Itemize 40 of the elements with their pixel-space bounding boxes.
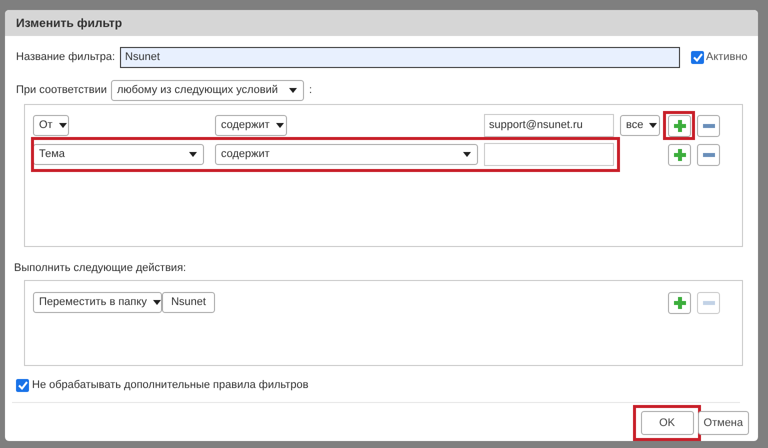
checkbox-label: Не обрабатывать дополнительные правила фильтров xyxy=(32,378,308,393)
field-label: При соответствии xyxy=(16,83,107,98)
value-field[interactable] xyxy=(484,143,614,166)
operator-dropdown[interactable]: содержит xyxy=(215,144,478,165)
scope-dropdown[interactable]: все xyxy=(620,115,660,136)
add-button[interactable] xyxy=(668,114,691,136)
colon-text: : xyxy=(308,83,312,98)
add-button[interactable] xyxy=(668,292,691,314)
caret-icon xyxy=(649,123,658,128)
filter-name-field[interactable]: Nsunet xyxy=(120,46,680,68)
caret-icon xyxy=(288,88,297,93)
remove-button[interactable] xyxy=(697,144,720,166)
caret-icon xyxy=(152,300,161,305)
plus-icon xyxy=(674,296,686,308)
checkbox[interactable] xyxy=(691,50,704,64)
plus-icon xyxy=(674,148,686,160)
caret-icon xyxy=(189,152,197,157)
value-field[interactable]: support@nsunet.ru xyxy=(484,114,614,137)
cancel-button[interactable]: Отмена xyxy=(698,411,749,435)
caret-icon xyxy=(58,123,67,128)
minus-icon xyxy=(702,300,714,304)
checkbox-label: Активно xyxy=(706,50,748,65)
minus-icon xyxy=(702,124,714,128)
checkbox[interactable] xyxy=(16,378,29,392)
caret-icon xyxy=(463,152,471,157)
plus-icon xyxy=(674,120,686,132)
add-button[interactable] xyxy=(668,144,691,166)
operator-dropdown[interactable]: содержит xyxy=(215,115,287,136)
section-label: Выполнить следующие действия: xyxy=(14,261,188,276)
remove-button[interactable] xyxy=(697,114,720,136)
window-title: Изменить фильтр xyxy=(16,15,122,32)
ok-button[interactable]: OK xyxy=(640,411,694,435)
field-dropdown[interactable]: Тема xyxy=(33,144,204,165)
folder-button[interactable]: Nsunet xyxy=(162,292,215,313)
match-dropdown[interactable]: любому из следующих условий xyxy=(110,80,304,101)
action-dropdown[interactable]: Переместить в папку xyxy=(33,292,162,313)
field-label: Название фильтра: xyxy=(16,50,116,65)
field-dropdown[interactable]: От xyxy=(33,115,69,136)
minus-icon xyxy=(702,152,714,156)
caret-icon xyxy=(276,123,284,128)
